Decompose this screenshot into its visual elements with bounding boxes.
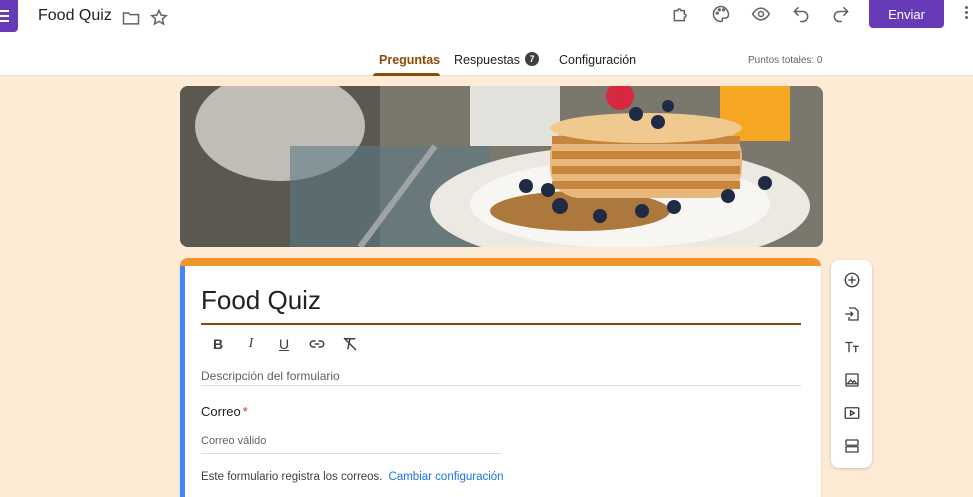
top-bar: Food Quiz Enviar Preguntas Respuestas 7 … [0,0,973,76]
forms-logo-icon[interactable] [0,0,18,32]
import-question-icon[interactable] [840,302,864,326]
form-title-input[interactable]: Food Quiz [201,285,321,316]
form-description-input[interactable]: Descripción del formulario [201,369,340,383]
clear-format-icon[interactable] [339,334,361,354]
form-name[interactable]: Food Quiz [38,7,112,25]
add-question-icon[interactable] [840,268,864,292]
redo-icon[interactable] [829,2,853,26]
undo-icon[interactable] [789,2,813,26]
tabs-bar: Preguntas Respuestas 7 Configuración Pun… [0,52,973,76]
add-image-icon[interactable] [840,368,864,392]
email-field[interactable]: Correo válido [201,435,266,447]
add-title-icon[interactable] [840,335,864,359]
add-section-icon[interactable] [840,434,864,458]
email-note-text: Este formulario registra los correos. [201,471,383,483]
responses-count-badge: 7 [525,52,539,66]
card-accent-bar [180,258,821,266]
bold-icon[interactable]: B [207,334,229,354]
active-tab-indicator [373,73,440,76]
underline-icon[interactable]: U [273,334,295,354]
more-icon[interactable] [962,4,970,24]
email-question-label: Correo * [201,404,248,419]
email-label-text: Correo [201,404,241,419]
header-image [180,86,823,247]
add-video-icon[interactable] [840,401,864,425]
tab-respuestas[interactable]: Respuestas [454,53,520,67]
star-icon[interactable] [147,6,171,30]
folder-icon[interactable] [119,6,143,30]
email-underline [201,453,501,454]
addons-icon[interactable] [669,2,693,26]
description-underline [201,385,801,386]
preview-icon[interactable] [749,2,773,26]
palette-icon[interactable] [709,2,733,26]
send-button[interactable]: Enviar [869,0,944,28]
change-settings-link[interactable]: Cambiar configuración [389,471,504,483]
italic-icon[interactable]: I [240,334,262,354]
link-icon[interactable] [306,334,328,354]
title-underline [201,323,801,325]
required-asterisk: * [242,404,248,419]
tab-preguntas[interactable]: Preguntas [379,53,440,67]
email-collection-note: Este formulario registra los correos. Cam… [201,471,504,483]
form-header-card: Food Quiz B I U Descripción del formular… [180,258,821,497]
tab-configuracion[interactable]: Configuración [559,53,636,67]
total-points: Puntos totales: 0 [748,55,823,66]
active-card-indicator [180,266,185,497]
side-toolbar [831,260,872,468]
